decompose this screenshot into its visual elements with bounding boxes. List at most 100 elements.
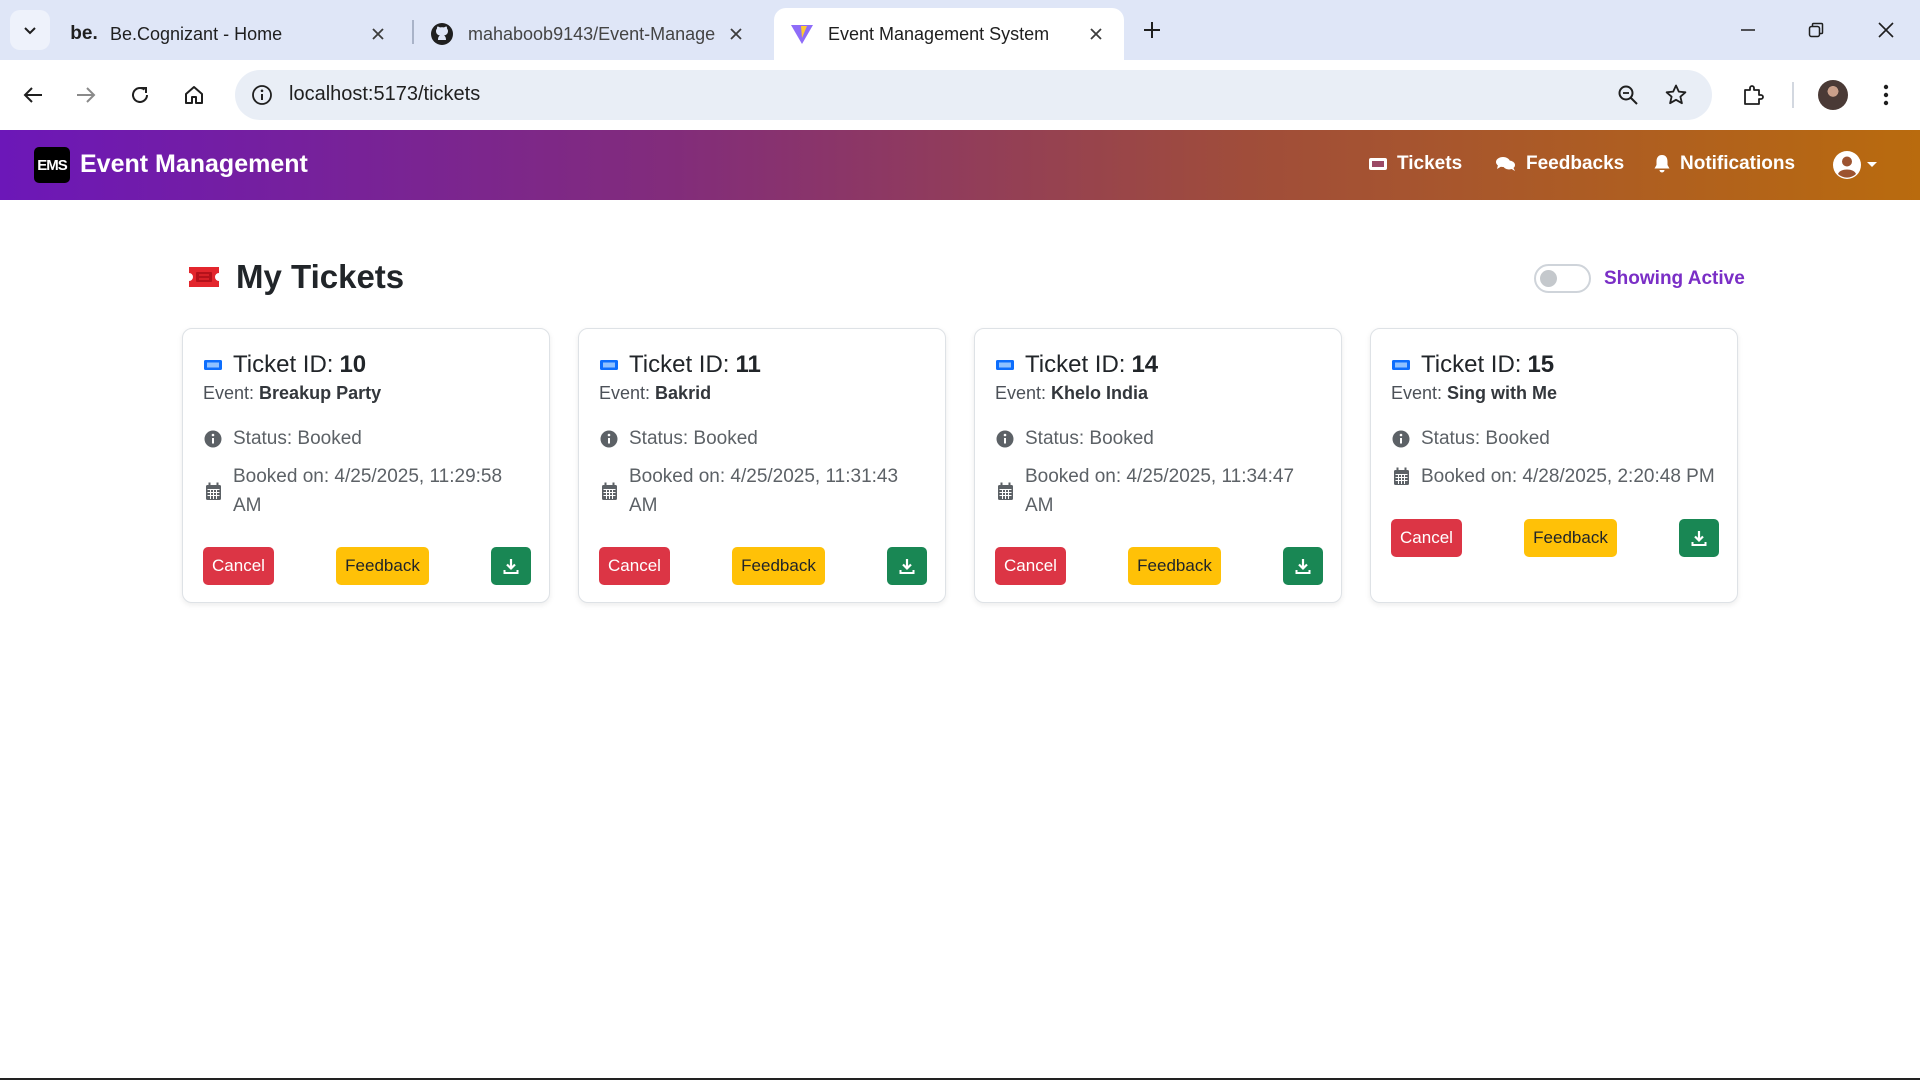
restore-icon <box>1808 22 1824 38</box>
booked-on-text: Booked on: 4/25/2025, 11:31:43 AM <box>629 466 899 516</box>
feedback-button[interactable]: Feedback <box>1524 519 1617 557</box>
feedback-button[interactable]: Feedback <box>732 547 825 585</box>
download-button[interactable] <box>887 547 927 585</box>
download-button[interactable] <box>1283 547 1323 585</box>
ticket-event: Event: Sing with Me <box>1391 383 1557 404</box>
home-icon <box>185 86 203 104</box>
github-icon <box>430 22 454 46</box>
status-text: Status: Booked <box>233 428 362 449</box>
reload-icon <box>132 86 148 103</box>
nav-tickets[interactable]: Tickets <box>1368 153 1462 175</box>
tab-title: Be.Cognizant - Home <box>110 23 283 44</box>
status-text: Status: Booked <box>1421 428 1550 449</box>
ticket-card: Ticket ID: 14 Event: Khelo India Status:… <box>974 328 1342 603</box>
ticket-id: 14 <box>1131 351 1159 378</box>
nav-feedbacks[interactable]: Feedbacks <box>1495 153 1624 175</box>
site-info-icon[interactable] <box>249 82 275 108</box>
browser-toolbar: localhost:5173/tickets <box>0 60 1920 130</box>
extensions-button[interactable] <box>1735 77 1771 113</box>
ticket-event: Event: Khelo India <box>995 383 1148 404</box>
becognizant-favicon: be. <box>70 23 98 44</box>
minimize-icon <box>1741 29 1755 31</box>
close-icon <box>1878 22 1894 38</box>
active-filter-toggle[interactable]: Showing Active <box>1534 264 1745 293</box>
ticket-status: Status: Booked <box>1391 424 1721 453</box>
status-text: Status: Booked <box>629 428 758 449</box>
cancel-button[interactable]: Cancel <box>1391 519 1462 557</box>
user-menu-dropdown[interactable] <box>1832 150 1878 180</box>
user-circle-icon <box>1833 151 1861 179</box>
app-brand[interactable]: Event Management <box>80 150 308 179</box>
ticket-icon <box>204 360 222 370</box>
new-tab-button[interactable] <box>1136 14 1168 46</box>
event-name: Sing with Me <box>1447 383 1558 403</box>
bookmark-star-icon[interactable] <box>1663 82 1689 108</box>
tab-search-button[interactable] <box>10 10 50 50</box>
ticket-card: Ticket ID: 10 Event: Breakup Party Statu… <box>182 328 550 603</box>
toggle-label: Showing Active <box>1604 267 1745 289</box>
nav-notifications[interactable]: Notifications <box>1653 153 1795 175</box>
download-button[interactable] <box>1679 519 1719 557</box>
calendar-icon <box>1391 462 1411 491</box>
feedback-button[interactable]: Feedback <box>336 547 429 585</box>
minimize-button[interactable] <box>1728 12 1768 48</box>
ticket-id-label: Ticket ID: <box>1421 351 1522 378</box>
page-title: My Tickets <box>236 258 405 295</box>
nav-tickets-label: Tickets <box>1397 153 1463 174</box>
bell-icon <box>1654 155 1670 173</box>
more-vertical-icon <box>1883 84 1889 106</box>
arrow-left-icon <box>23 87 42 103</box>
close-icon[interactable] <box>366 22 390 46</box>
profile-avatar[interactable] <box>1818 80 1848 110</box>
ticket-booked-on: Booked on: 4/28/2025, 2:20:48 PM <box>1391 462 1741 491</box>
tab-event-management[interactable]: Event Management System <box>774 8 1124 60</box>
event-name: Khelo India <box>1051 383 1149 403</box>
feedback-button[interactable]: Feedback <box>1128 547 1221 585</box>
ticket-status: Status: Booked <box>995 424 1325 453</box>
home-button[interactable] <box>176 77 212 113</box>
event-name: Bakrid <box>655 383 712 403</box>
ticket-icon <box>1369 158 1387 170</box>
tab-becognizant[interactable]: be. Be.Cognizant - Home <box>56 8 406 60</box>
ticket-id-label: Ticket ID: <box>1025 351 1126 378</box>
toolbar-separator <box>1792 82 1794 108</box>
ticket-id: 11 <box>735 351 761 378</box>
window-close-button[interactable] <box>1866 12 1906 48</box>
ticket-event: Event: Bakrid <box>599 383 711 404</box>
tab-github[interactable]: mahaboob9143/Event-Manage <box>414 8 764 60</box>
cancel-button[interactable]: Cancel <box>995 547 1066 585</box>
download-button[interactable] <box>491 547 531 585</box>
chrome-menu-button[interactable] <box>1868 77 1904 113</box>
ticket-status: Status: Booked <box>599 424 929 453</box>
app-logo[interactable]: EMS <box>34 147 70 183</box>
toggle-switch[interactable] <box>1534 264 1591 293</box>
browser-tabstrip: be. Be.Cognizant - Home mahaboob9143/Eve… <box>0 0 1920 60</box>
tab-title: mahaboob9143/Event-Manage <box>468 23 716 44</box>
ticket-event: Event: Breakup Party <box>203 383 381 404</box>
restore-button[interactable] <box>1796 12 1836 48</box>
close-icon[interactable] <box>724 22 748 46</box>
nav-notifications-label: Notifications <box>1680 153 1796 174</box>
address-bar[interactable]: localhost:5173/tickets <box>235 70 1712 120</box>
cancel-button[interactable]: Cancel <box>599 547 670 585</box>
booked-on-text: Booked on: 4/28/2025, 2:20:48 PM <box>1421 466 1715 487</box>
arrow-right-icon <box>77 87 96 103</box>
back-button[interactable] <box>15 77 51 113</box>
chevron-down-icon <box>24 27 36 35</box>
ticket-booked-on: Booked on: 4/25/2025, 11:34:47 AM <box>995 462 1325 520</box>
ticket-title: Ticket ID: 15 <box>1391 351 1554 379</box>
booked-on-text: Booked on: 4/25/2025, 11:29:58 AM <box>233 466 503 516</box>
zoom-icon[interactable] <box>1615 82 1641 108</box>
ticket-id-label: Ticket ID: <box>629 351 730 378</box>
ticket-card: Ticket ID: 11 Event: Bakrid Status: Book… <box>578 328 946 603</box>
event-label: Event: <box>203 383 255 403</box>
calendar-icon <box>203 462 223 520</box>
reload-button[interactable] <box>122 77 158 113</box>
url-text[interactable]: localhost:5173/tickets <box>289 83 480 106</box>
ticket-title: Ticket ID: 10 <box>203 351 366 379</box>
close-icon[interactable] <box>1084 22 1108 46</box>
cancel-button[interactable]: Cancel <box>203 547 274 585</box>
forward-button[interactable] <box>68 77 104 113</box>
ticket-card: Ticket ID: 15 Event: Sing with Me Status… <box>1370 328 1738 603</box>
page-header: My Tickets <box>186 258 404 296</box>
